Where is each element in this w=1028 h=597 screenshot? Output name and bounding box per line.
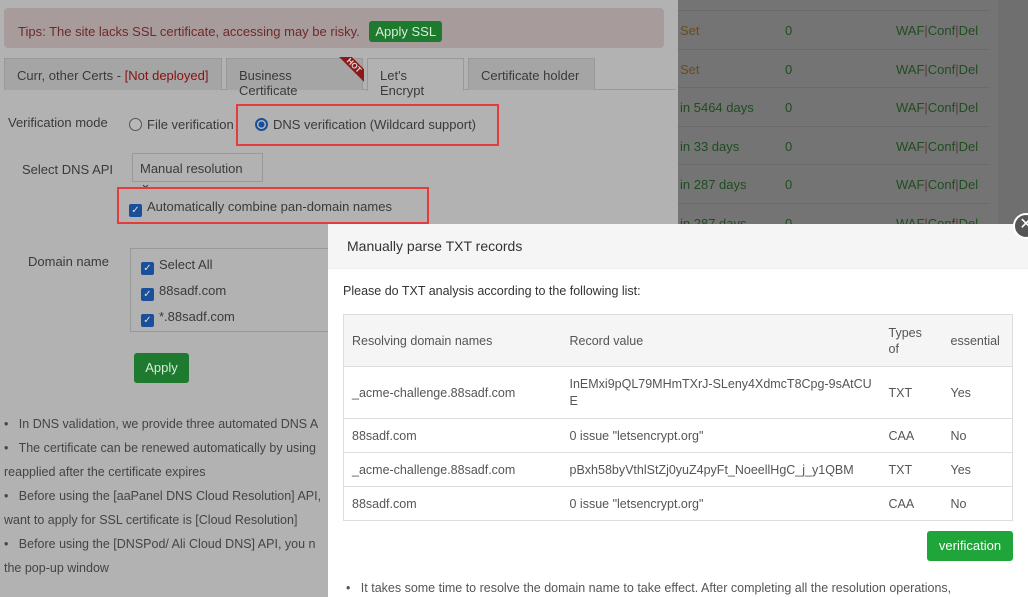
verification-mode-label: Verification mode (8, 115, 108, 130)
ssl-status: in 5464 days (680, 100, 754, 115)
dns-api-label: Select DNS API (22, 162, 114, 177)
txt-records-table: Resolving domain names Record value Type… (343, 314, 1013, 521)
row-actions: WAF|Conf|Del (896, 100, 978, 115)
table-cell: _acme-challenge.88sadf.com (343, 366, 562, 419)
table-row: 88sadf.com 0 issue "letsencrypt.org" CAA No (343, 486, 1013, 521)
ssl-status: in 33 days (680, 138, 740, 154)
waf-link[interactable]: WAF (896, 177, 924, 192)
tab-current-certs[interactable]: Curr, other Certs - [Not deployed] (4, 58, 222, 90)
row-actions: WAF|Conf|Del (896, 139, 978, 154)
traffic-count: 0 (785, 61, 793, 77)
traffic-count: 0 (785, 23, 793, 38)
domain-checkbox[interactable]: ✓ 88sadf.com (141, 283, 226, 301)
table-cell: TXT (880, 452, 943, 487)
column-header: Record value (561, 314, 881, 367)
tab-lets-encrypt[interactable]: Let's Encrypt (367, 58, 464, 98)
traffic-count: 0 (785, 177, 793, 192)
apply-ssl-button[interactable]: Apply SSL (369, 21, 443, 42)
ssl-status: in 287 days (680, 177, 747, 192)
table-row: _acme-challenge.88sadf.com pBxh58byVthlSt… (343, 452, 1013, 487)
modal-intro: Please do TXT analysis according to the … (343, 284, 641, 298)
domain-name-label: Domain name (28, 254, 109, 269)
table-row: 88sadf.com 0 issue "letsencrypt.org" CAA No (343, 418, 1013, 453)
site-row: Set 0 WAF|Conf|Del (678, 48, 990, 87)
tip-text: Tips: The site lacks SSL certificate, ac… (18, 24, 360, 39)
row-actions: WAF|Conf|Del (896, 62, 978, 77)
row-actions: WAF|Conf|Del (896, 23, 978, 38)
table-cell: InEMxi9pQL79MHmTXrJ-SLeny4XdmcT8Cpg-9sAt… (561, 366, 881, 419)
apply-button[interactable]: Apply (134, 353, 189, 383)
highlight-box (236, 104, 499, 146)
del-link[interactable]: Del (959, 139, 979, 154)
table-cell: pBxh58byVthlStZj0yuZ4pyFt_NoeellHgC_j_y1… (561, 452, 881, 487)
site-row: in 33 days 0 WAF|Conf|Del (678, 125, 990, 164)
site-row: in 287 days 0 WAF|Conf|Del (678, 164, 990, 202)
del-link[interactable]: Del (959, 62, 979, 77)
verification-button[interactable]: verification (927, 531, 1013, 561)
waf-link[interactable]: WAF (896, 100, 924, 115)
waf-link[interactable]: WAF (896, 62, 924, 77)
hot-badge: HOT (338, 57, 364, 83)
dns-api-select[interactable]: Manual resolution ⌄ (132, 153, 263, 191)
row-actions: WAF|Conf|Del (896, 177, 978, 192)
table-cell: TXT (880, 366, 943, 419)
del-link[interactable]: Del (959, 177, 979, 192)
conf-link[interactable]: Conf (928, 62, 955, 77)
ssl-status: Set (680, 61, 700, 77)
table-cell: _acme-challenge.88sadf.com (343, 452, 562, 487)
domain-list: ✓ Select All ✓ 88sadf.com ✓ *.88sadf.com (130, 248, 340, 332)
ssl-status: Set (680, 23, 700, 38)
conf-link[interactable]: Conf (928, 177, 955, 192)
del-link[interactable]: Del (959, 100, 979, 115)
conf-link[interactable]: Conf (928, 139, 955, 154)
table-cell: 88sadf.com (343, 486, 562, 521)
tab-business-certificate[interactable]: Business Certificate HOT (226, 57, 364, 98)
table-cell: Yes (942, 366, 1013, 419)
table-cell: 0 issue "letsencrypt.org" (561, 418, 881, 453)
table-cell: No (942, 418, 1013, 453)
site-row: Set 0 WAF|Conf|Del (678, 10, 990, 48)
table-row: _acme-challenge.88sadf.com InEMxi9pQL79MH… (343, 366, 1013, 419)
domain-checkbox-select-all[interactable]: ✓ Select All (141, 257, 212, 275)
column-header: Types of (880, 314, 943, 367)
waf-link[interactable]: WAF (896, 139, 924, 154)
table-cell: CAA (880, 486, 943, 521)
column-header: essential (942, 314, 1013, 367)
table-cell: CAA (880, 418, 943, 453)
tab-certificate-holder[interactable]: Certificate holder (468, 58, 595, 90)
help-notes: • In DNS validation, we provide three au… (4, 417, 322, 575)
del-link[interactable]: Del (959, 23, 979, 38)
table-cell: 0 issue "letsencrypt.org" (561, 486, 881, 521)
modal-note: • It takes some time to resolve the doma… (346, 581, 952, 595)
site-row: in 5464 days 0 WAF|Conf|Del (678, 87, 990, 125)
table-cell: No (942, 486, 1013, 521)
highlight-box (117, 187, 429, 224)
column-header: Resolving domain names (343, 314, 562, 367)
conf-link[interactable]: Conf (928, 100, 955, 115)
conf-link[interactable]: Conf (928, 23, 955, 38)
traffic-count: 0 (785, 100, 793, 115)
file-verification-radio[interactable]: File verification (129, 117, 234, 132)
table-cell: 88sadf.com (343, 418, 562, 453)
cert-tabs: Curr, other Certs - [Not deployed] Busin… (4, 57, 676, 98)
table-cell: Yes (942, 452, 1013, 487)
waf-link[interactable]: WAF (896, 23, 924, 38)
ssl-tip: Tips: The site lacks SSL certificate, ac… (4, 8, 664, 48)
domain-checkbox[interactable]: ✓ *.88sadf.com (141, 309, 235, 327)
modal-title: Manually parse TXT records (328, 224, 1028, 269)
txt-records-modal: Manually parse TXT records Please do TXT… (328, 224, 1028, 597)
traffic-count: 0 (785, 138, 793, 154)
